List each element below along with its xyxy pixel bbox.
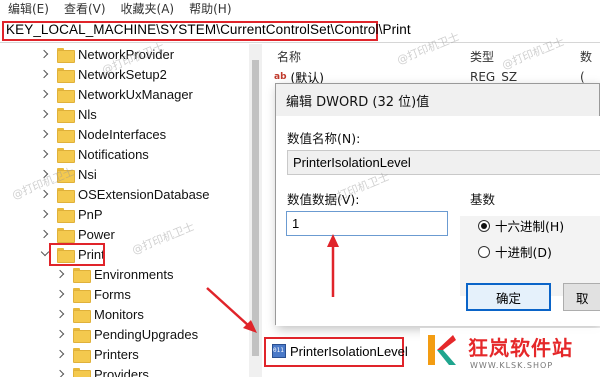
tree-item[interactable]: NetworkUxManager [40, 84, 193, 104]
tree-item-label: Power [78, 226, 115, 242]
menu-view[interactable]: 查看(V) [56, 0, 113, 18]
folder-icon [73, 327, 91, 343]
tree-item[interactable]: NodeInterfaces [40, 124, 166, 144]
column-name-header[interactable]: 名称 [277, 48, 301, 65]
folder-icon [57, 127, 75, 143]
tree-item[interactable]: Notifications [40, 144, 149, 164]
tree-item-label: Nls [78, 106, 97, 122]
value-data-input[interactable]: 1 [286, 211, 448, 236]
chevron-right-icon[interactable] [56, 269, 66, 279]
column-type-header[interactable]: 类型 [470, 48, 494, 65]
tree-item-label: NetworkUxManager [78, 86, 193, 102]
value-name-field[interactable]: PrinterIsolationLevel [287, 150, 600, 175]
chevron-right-icon[interactable] [40, 49, 50, 59]
folder-icon [57, 227, 75, 243]
chevron-right-icon[interactable] [40, 229, 50, 239]
chevron-right-icon[interactable] [56, 289, 66, 299]
tree-item-label: Forms [94, 286, 131, 302]
folder-icon [73, 287, 91, 303]
print-highlight-box [49, 243, 105, 266]
chevron-right-icon[interactable] [56, 349, 66, 359]
tree-item-label: NodeInterfaces [78, 126, 167, 142]
hex-radio-label: 十六进制(H) [495, 219, 565, 234]
tree-item[interactable]: Forms [56, 284, 131, 304]
tree-item-label: Printers [94, 346, 139, 362]
tree-item[interactable]: Printers [56, 344, 139, 364]
value-data: ( [580, 70, 585, 84]
menu-edit[interactable]: 编辑(E) [0, 0, 56, 18]
tree-item[interactable]: PnP [40, 204, 103, 224]
chevron-right-icon[interactable] [40, 69, 50, 79]
tree-item[interactable]: Nls [40, 104, 97, 124]
dialog-content: 数值名称(N): PrinterIsolationLevel 数值数据(V): … [276, 116, 600, 326]
tree-item-label: PnP [78, 206, 103, 222]
tree-scrollbar-thumb[interactable] [252, 60, 259, 356]
tree-item[interactable]: Providers [56, 364, 149, 377]
tree-item-label: Nsi [78, 166, 97, 182]
radio-unchecked-icon[interactable] [478, 245, 490, 258]
folder-icon [73, 307, 91, 323]
logo-name: 狂岚软件站 [468, 336, 573, 360]
chevron-right-icon[interactable] [56, 329, 66, 339]
tree-item-label: PendingUpgrades [94, 326, 199, 342]
dec-radio-option[interactable]: 十进制(D) [478, 242, 552, 261]
registry-tree: NetworkProvider NetworkSetup2 NetworkUxM… [0, 44, 262, 377]
chevron-right-icon[interactable] [40, 209, 50, 219]
address-bar[interactable]: KEY_LOCAL_MACHINE\SYSTEM\CurrentControlS… [0, 19, 600, 43]
cancel-button[interactable]: 取 [563, 283, 600, 311]
address-path[interactable]: KEY_LOCAL_MACHINE\SYSTEM\CurrentControlS… [6, 22, 411, 37]
chevron-right-icon[interactable] [56, 369, 66, 377]
chevron-right-icon[interactable] [56, 309, 66, 319]
tree-item[interactable]: Environments [56, 264, 173, 284]
folder-icon [57, 187, 75, 203]
tree-item-label: Providers [94, 366, 149, 377]
ok-button[interactable]: 确定 [466, 283, 551, 311]
chevron-right-icon[interactable] [40, 129, 50, 139]
dialog-title: 编辑 DWORD (32 位)值 [286, 95, 430, 110]
menu-favorites[interactable]: 收藏夹(A) [113, 0, 182, 18]
tree-item[interactable]: Monitors [56, 304, 144, 324]
selected-value-name[interactable]: PrinterIsolationLevel [290, 344, 408, 359]
folder-icon [57, 147, 75, 163]
chevron-right-icon[interactable] [40, 109, 50, 119]
menu-bar: 编辑(E) 查看(V) 收藏夹(A) 帮助(H) [0, 0, 600, 18]
hex-radio-option[interactable]: 十六进制(H) [478, 216, 564, 235]
logo-url: WWW.KLSK.SHOP [470, 361, 554, 370]
folder-icon [57, 67, 75, 83]
string-value-icon: ab [274, 72, 287, 82]
tree-item-label: Monitors [94, 306, 144, 322]
dec-radio-label: 十进制(D) [495, 245, 552, 260]
tree-item-label: Notifications [78, 146, 149, 162]
folder-icon [73, 367, 91, 377]
tree-item-label: OSExtensionDatabase [78, 186, 210, 202]
site-logo: 狂岚软件站 WWW.KLSK.SHOP [420, 328, 600, 377]
chevron-right-icon[interactable] [40, 149, 50, 159]
tree-item[interactable]: OSExtensionDatabase [40, 184, 210, 204]
tree-item[interactable]: PendingUpgrades [56, 324, 198, 344]
chevron-right-icon[interactable] [40, 89, 50, 99]
folder-icon [57, 207, 75, 223]
value-name-label: 数值名称(N): [287, 131, 361, 146]
folder-icon [57, 107, 75, 123]
tree-item[interactable]: Power [40, 224, 115, 244]
tree-item-label: Environments [94, 266, 174, 282]
column-data-header[interactable]: 数 [580, 48, 592, 65]
folder-icon [57, 47, 75, 63]
dword-value-icon [272, 344, 286, 358]
folder-icon [57, 87, 75, 103]
menu-help[interactable]: 帮助(H) [181, 0, 238, 18]
folder-icon [73, 347, 91, 363]
base-label: 基数 [470, 192, 496, 207]
edit-dword-dialog: 编辑 DWORD (32 位)值 数值名称(N): PrinterIsolati… [275, 83, 600, 326]
value-type: REG_SZ [470, 70, 518, 84]
radio-checked-icon[interactable] [478, 219, 490, 232]
folder-icon [73, 267, 91, 283]
k-logo-icon [428, 335, 456, 365]
